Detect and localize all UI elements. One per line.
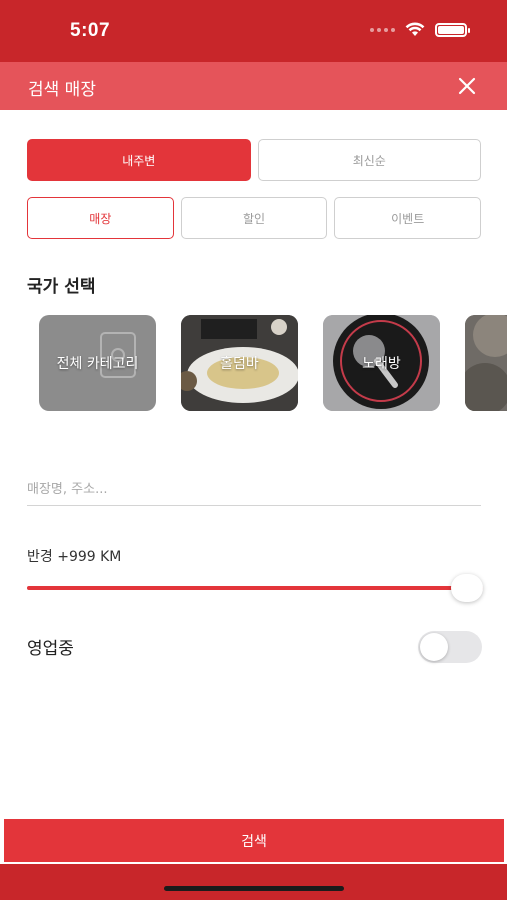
sort-tabs: 내주변 최신순 bbox=[27, 139, 481, 181]
home-indicator bbox=[164, 886, 344, 891]
header: 검색 매장 bbox=[0, 62, 507, 110]
status-time: 5:07 bbox=[70, 20, 111, 41]
country-section-title: 국가 선택 bbox=[27, 277, 96, 297]
search-input[interactable] bbox=[27, 474, 481, 506]
close-button[interactable] bbox=[453, 72, 481, 100]
category-card-all[interactable]: 전체 카테고리 bbox=[39, 315, 156, 411]
slider-fill bbox=[27, 586, 483, 590]
tab-latest[interactable]: 최신순 bbox=[257, 139, 481, 181]
tab-store[interactable]: 매장 bbox=[27, 197, 174, 239]
category-label: 코인 bbox=[465, 353, 507, 373]
close-icon bbox=[458, 77, 476, 95]
cellular-signal-icon bbox=[370, 27, 395, 32]
category-label: 전체 카테고리 bbox=[56, 356, 139, 372]
tab-nearby[interactable]: 내주변 bbox=[27, 139, 251, 181]
open-now-toggle[interactable] bbox=[418, 631, 482, 663]
battery-icon bbox=[435, 22, 470, 37]
radius-label: 반경 +999 KM bbox=[27, 549, 122, 565]
category-card-holdem-bar[interactable]: 홀덤바 bbox=[181, 315, 298, 411]
status-bar: 5:07 bbox=[0, 0, 507, 62]
slider-thumb[interactable] bbox=[451, 574, 483, 602]
page-title: 검색 매장 bbox=[28, 80, 96, 100]
tab-event[interactable]: 이벤트 bbox=[334, 197, 482, 239]
open-now-label: 영업중 bbox=[27, 639, 74, 659]
category-card-coin[interactable]: 코인 bbox=[465, 315, 507, 411]
radius-slider[interactable] bbox=[27, 574, 483, 602]
wifi-icon bbox=[405, 22, 425, 36]
search-button[interactable]: 검색 bbox=[4, 819, 504, 862]
status-icons bbox=[370, 22, 470, 37]
toggle-knob bbox=[420, 633, 448, 661]
category-label: 노래방 bbox=[362, 356, 401, 372]
category-label: 홀덤바 bbox=[220, 356, 259, 372]
bottom-bar bbox=[0, 864, 507, 900]
category-carousel[interactable]: 전체 카테고리 홀덤바 노래방 bbox=[39, 315, 507, 411]
category-card-karaoke[interactable]: 노래방 bbox=[323, 315, 440, 411]
type-tabs: 매장 할인 이벤트 bbox=[27, 197, 482, 239]
tab-discount[interactable]: 할인 bbox=[180, 197, 328, 239]
